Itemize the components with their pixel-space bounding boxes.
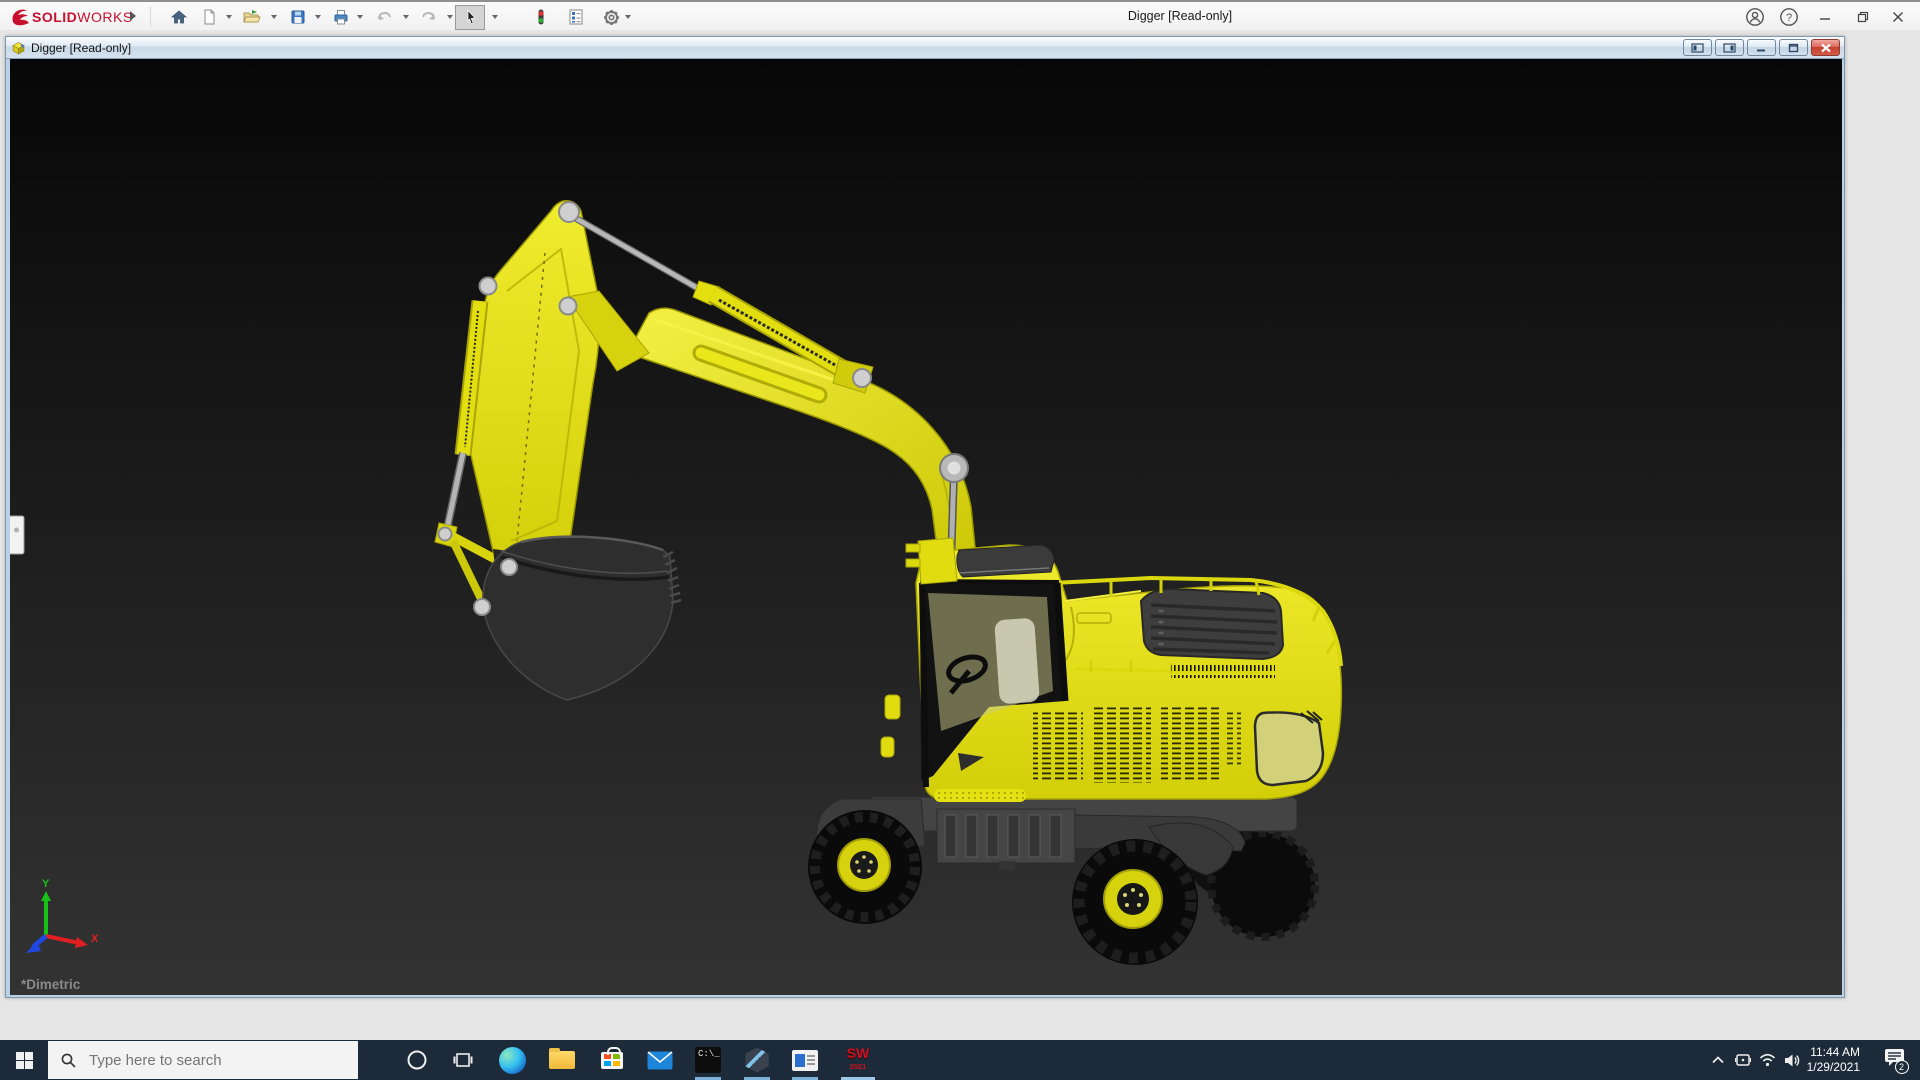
app-window-title: Digger [Read-only] [1127, 9, 1233, 23]
clock-date: 1/29/2021 [1806, 1060, 1860, 1074]
settings-dropdown[interactable] [625, 15, 631, 19]
pane-toggle-left-button[interactable] [1683, 39, 1712, 56]
start-button[interactable] [0, 1040, 48, 1080]
toolbar-separator [150, 7, 151, 27]
microsoft-store-icon [601, 1046, 623, 1069]
account-button[interactable] [1744, 6, 1766, 28]
new-document-button[interactable] [199, 7, 219, 27]
settings-gear-button[interactable] [601, 7, 621, 27]
pane-toggle-right-button[interactable] [1715, 39, 1744, 56]
command-prompt-icon: C:\_ [695, 1047, 721, 1073]
action-center-button[interactable]: 2 [1876, 1040, 1912, 1080]
taskbar-app-command-prompt[interactable]: C:\_ [688, 1040, 728, 1080]
search-input[interactable] [87, 1050, 327, 1070]
brand-light-text: WORKS [77, 9, 133, 25]
brand-bold-text: SOLID [32, 9, 78, 25]
triad-x-label: X [91, 933, 99, 945]
viewer-app-icon [792, 1049, 818, 1071]
select-tool-button[interactable] [461, 7, 481, 27]
minimize-button[interactable] [1814, 6, 1836, 28]
view-orientation-label: *Dimetric [21, 977, 81, 992]
search-icon [61, 1053, 76, 1068]
tray-chevron-button[interactable] [1704, 1040, 1732, 1080]
open-dropdown[interactable] [271, 15, 277, 19]
taskbar-app-file-explorer[interactable] [542, 1040, 582, 1080]
triad-y-label: Y [42, 878, 50, 890]
document-title: Digger [Read-only] [31, 40, 132, 55]
taskbar-app-mail[interactable] [640, 1040, 680, 1080]
tray-display-icon[interactable] [1730, 1040, 1756, 1080]
restore-button[interactable] [1852, 6, 1874, 28]
solidworks-mark-icon [12, 9, 29, 26]
document-titlebar[interactable]: Digger [Read-only] [6, 37, 1844, 59]
select-tool-dropdown[interactable] [492, 15, 498, 19]
sw-glyph: SW [846, 1045, 870, 1061]
task-view-button[interactable] [442, 1040, 484, 1080]
panel-expand-tab[interactable] [10, 515, 25, 555]
clock-time: 11:44 AM [1810, 1045, 1860, 1059]
edge-icon [498, 1046, 526, 1074]
save-dropdown[interactable] [315, 15, 321, 19]
design-review-button[interactable] [566, 7, 586, 27]
excavator-model[interactable] [434, 199, 1343, 965]
tray-wifi-icon[interactable] [1754, 1040, 1780, 1080]
doc-close-button[interactable] [1811, 39, 1840, 56]
taskbar-app-edge[interactable] [492, 1040, 532, 1080]
notification-badge: 2 [1894, 1060, 1909, 1074]
hexagon-app-icon [745, 1047, 769, 1073]
sw-year: 2021 [849, 1062, 867, 1071]
home-button[interactable] [169, 7, 189, 27]
doc-restore-button[interactable] [1779, 39, 1808, 56]
save-button[interactable] [288, 7, 308, 27]
cmd-glyph: C:\ [698, 1049, 715, 1059]
undo-dropdown[interactable] [403, 15, 409, 19]
help-button[interactable]: ? [1778, 6, 1800, 28]
taskbar-search[interactable] [48, 1041, 358, 1079]
part-file-icon [12, 41, 25, 55]
file-explorer-icon [549, 1048, 575, 1069]
screen: SOLID WORKS Digger [Read-only] ? Digger … [0, 0, 1920, 1080]
brand-expand-arrow[interactable] [130, 11, 136, 21]
document-window: Digger [Read-only] Y X *Dimetric [5, 36, 1845, 998]
help-glyph: ? [1786, 12, 1792, 24]
app-titlebar: SOLID WORKS Digger [Read-only] ? [0, 2, 1920, 30]
cortana-button[interactable] [396, 1040, 438, 1080]
taskbar-app-store[interactable] [592, 1040, 632, 1080]
taskbar: C:\_ SW 2021 11:44 AM 1/29/2021 [0, 1040, 1920, 1080]
3d-viewport[interactable]: Y X *Dimetric [10, 59, 1842, 995]
close-button[interactable] [1887, 6, 1909, 28]
mail-icon [647, 1050, 673, 1069]
taskbar-app-edrawings[interactable] [737, 1040, 777, 1080]
open-button[interactable] [241, 7, 261, 27]
taskbar-clock[interactable]: 11:44 AM 1/29/2021 [1782, 1045, 1860, 1075]
new-document-dropdown[interactable] [226, 15, 232, 19]
solidworks-2021-icon: SW 2021 [846, 1045, 870, 1073]
doc-minimize-button[interactable] [1747, 39, 1776, 56]
redo-button[interactable] [419, 7, 439, 27]
solidworks-logo: SOLID WORKS [10, 7, 133, 27]
orientation-triad: Y X [26, 878, 99, 953]
taskbar-app-solidworks[interactable]: SW 2021 [836, 1040, 880, 1080]
print-dropdown[interactable] [357, 15, 363, 19]
print-button[interactable] [331, 7, 351, 27]
undo-button[interactable] [374, 7, 394, 27]
redo-dropdown[interactable] [447, 15, 453, 19]
taskbar-app-viewer[interactable] [785, 1040, 825, 1080]
view-stoplight-button[interactable] [531, 7, 551, 27]
